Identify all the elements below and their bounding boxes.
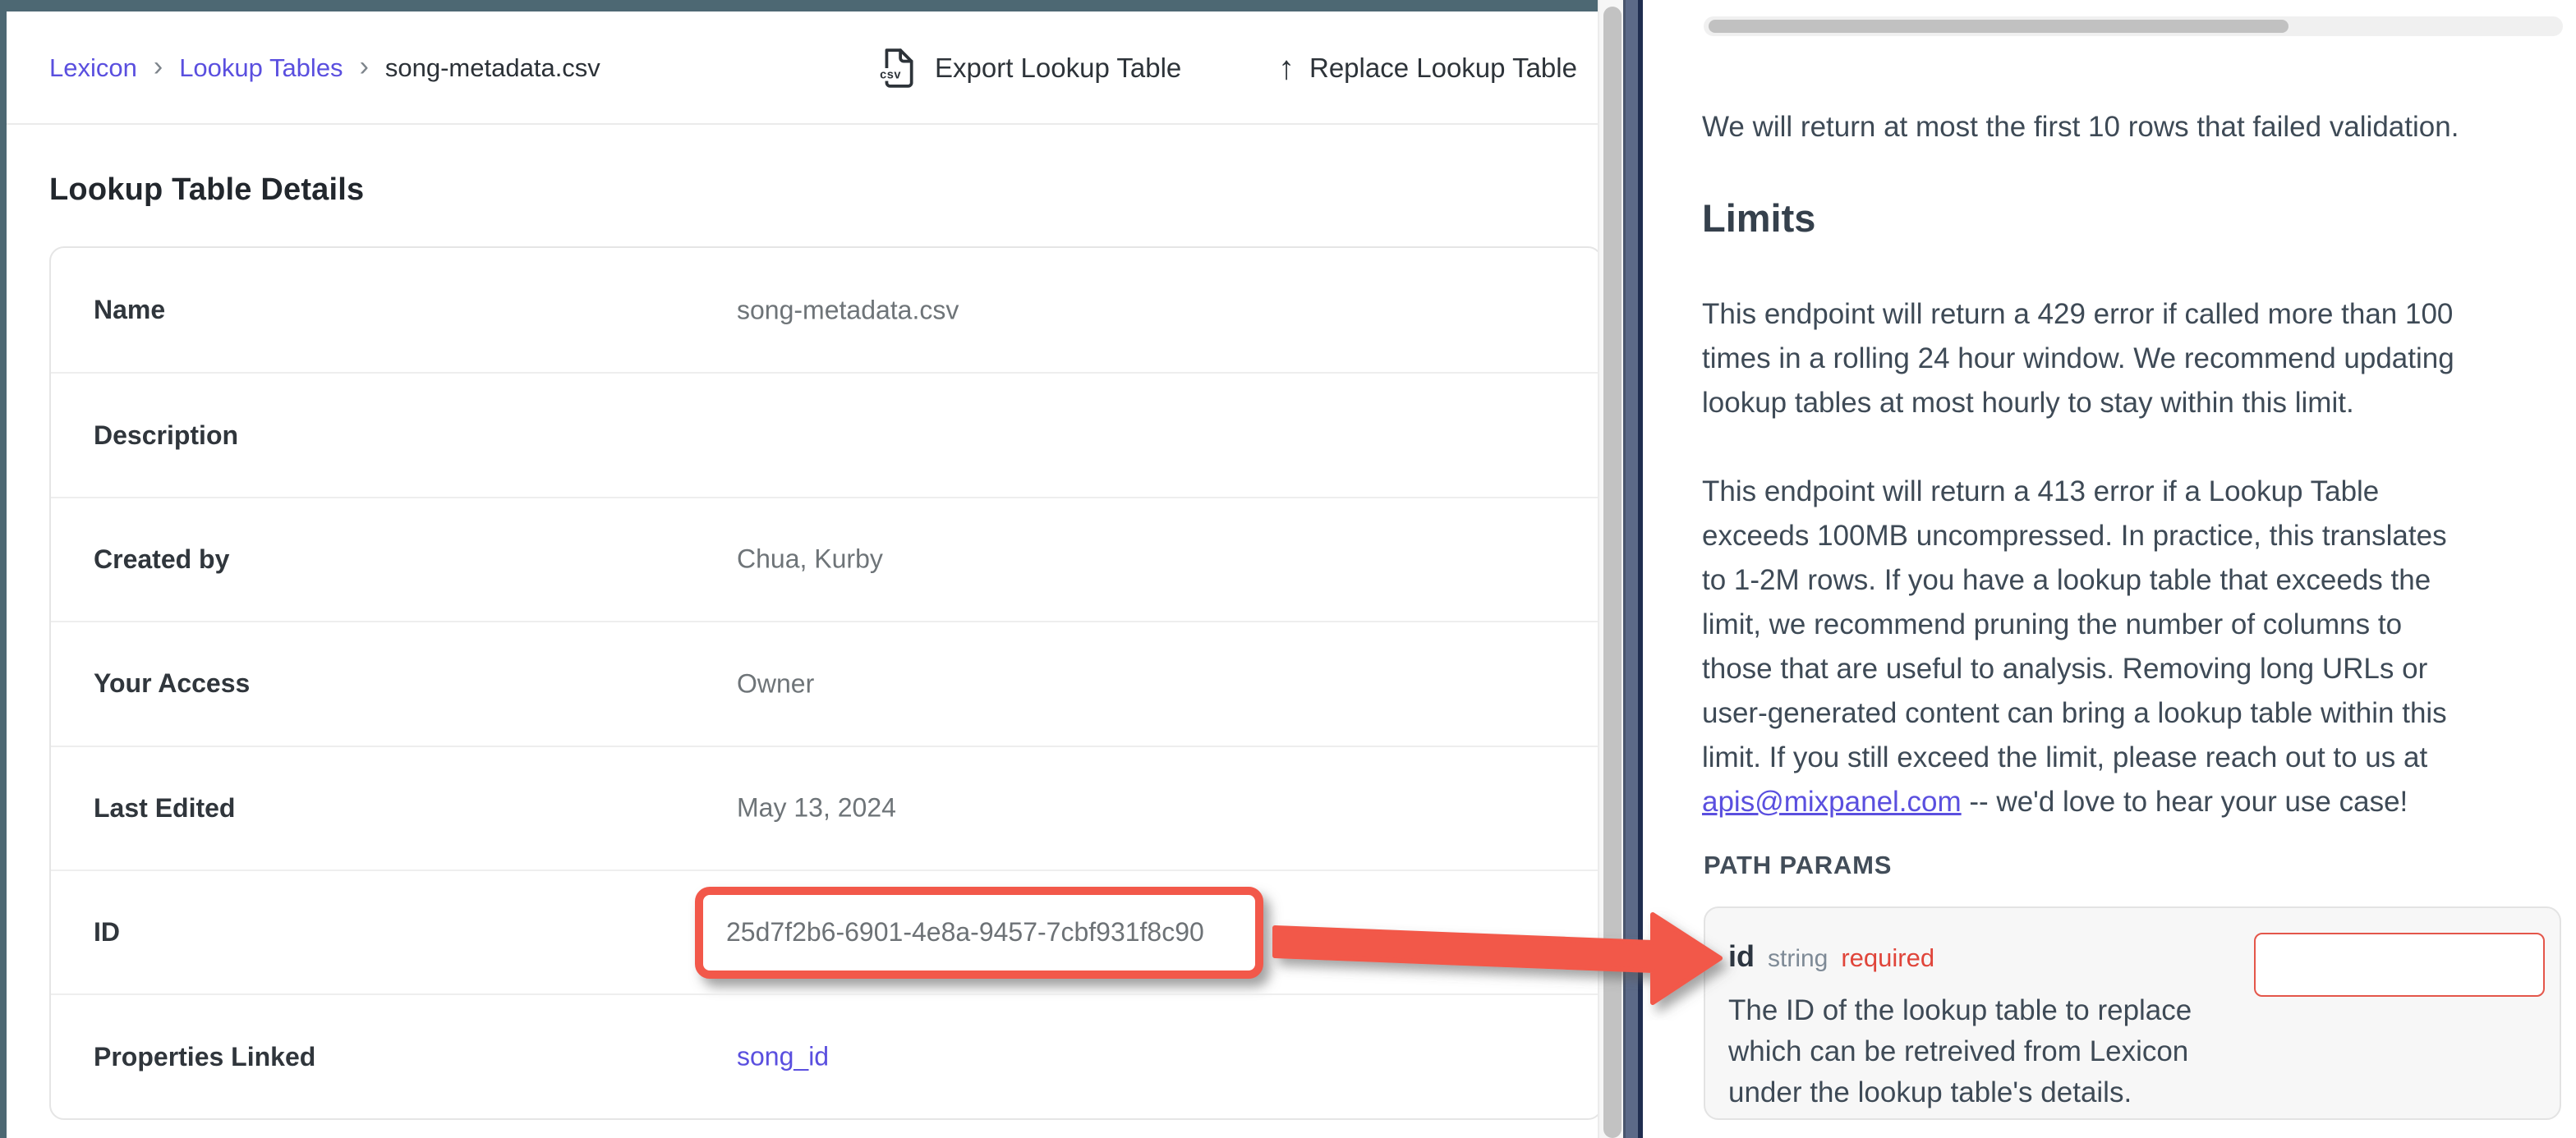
lookup-table-id-value: 25d7f2b6-6901-4e8a-9457-7cbf931f8c90 (703, 917, 1204, 948)
param-description-line: which can be retreived from Lexicon (1728, 1031, 2192, 1072)
table-row-name: Name song-metadata.csv (51, 248, 1598, 372)
breadcrumb-current: song-metadata.csv (385, 53, 600, 83)
path-params-heading: PATH PARAMS (1704, 851, 1892, 880)
paragraph-line: limit, we recommend pruning the number o… (1702, 603, 2573, 647)
param-type: string (1768, 945, 1828, 973)
horizontal-scrollbar-thumb[interactable] (1709, 20, 2288, 33)
properties-linked-link[interactable]: song_id (737, 1042, 829, 1072)
param-header: id string required (1728, 939, 1934, 974)
replace-button-label: Replace Lookup Table (1309, 53, 1577, 84)
export-button-label: Export Lookup Table (935, 53, 1181, 84)
limits-paragraph-413: This endpoint will return a 413 error if… (1702, 470, 2573, 824)
chevron-right-icon: › (154, 53, 163, 84)
row-label: ID (51, 917, 120, 948)
window-divider (1623, 0, 1643, 1138)
row-label: Last Edited (51, 793, 235, 824)
screenshot-root: Lexicon › Lookup Tables › song-metadata.… (0, 0, 2576, 1138)
breadcrumb-link-lexicon[interactable]: Lexicon (49, 53, 137, 83)
param-description-line: under the lookup table's details. (1728, 1072, 2192, 1113)
row-label: Created by (51, 544, 229, 575)
param-description: The ID of the lookup table to replace wh… (1728, 990, 2192, 1113)
panel-gutter (1598, 0, 1623, 1138)
page-title: Lookup Table Details (49, 172, 364, 208)
header-bar: Lexicon › Lookup Tables › song-metadata.… (7, 11, 1598, 125)
lookup-table-details-panel: Lexicon › Lookup Tables › song-metadata.… (7, 11, 1598, 1138)
paragraph-line: This endpoint will return a 429 error if… (1702, 292, 2573, 337)
table-row-created-by: Created by Chua, Kurby (51, 497, 1598, 621)
path-param-card: id string required The ID of the lookup … (1704, 906, 2561, 1120)
upload-arrow-icon: ↑ (1278, 52, 1295, 85)
horizontal-scrollbar-track (1704, 16, 2563, 36)
breadcrumb-link-lookup-tables[interactable]: Lookup Tables (179, 53, 343, 83)
id-highlight-box: 25d7f2b6-6901-4e8a-9457-7cbf931f8c90 (695, 887, 1263, 979)
limits-heading: Limits (1702, 195, 1815, 241)
paragraph-line: to 1-2M rows. If you have a lookup table… (1702, 558, 2573, 603)
paragraph-line: limit. If you still exceed the limit, pl… (1702, 736, 2573, 780)
vertical-scrollbar[interactable] (1603, 7, 1622, 1138)
table-row-id: ID 25d7f2b6-6901-4e8a-9457-7cbf931f8c90 (51, 870, 1598, 993)
paragraph-line: times in a rolling 24 hour window. We re… (1702, 337, 2573, 381)
paragraph-line: This endpoint will return a 413 error if… (1702, 470, 2573, 514)
paragraph-line: those that are useful to analysis. Remov… (1702, 647, 2573, 691)
row-value: Owner (737, 668, 814, 699)
left-chrome-strip (0, 0, 7, 1138)
paragraph-line: apis@mixpanel.com -- we'd love to hear y… (1702, 780, 2573, 824)
paragraph-line: user-generated content can bring a looku… (1702, 691, 2573, 736)
details-card: Name song-metadata.csv Description Creat… (49, 246, 1598, 1120)
param-name: id (1728, 939, 1755, 974)
chevron-right-icon: › (360, 53, 369, 84)
table-row-properties-linked: Properties Linked song_id (51, 993, 1598, 1117)
row-value: Chua, Kurby (737, 544, 883, 575)
svg-text:csv: csv (880, 69, 901, 82)
param-required-badge: required (1841, 943, 1934, 973)
row-label: Name (51, 295, 165, 325)
row-label: Description (51, 420, 238, 451)
export-lookup-table-button[interactable]: csv Export Lookup Table (879, 11, 1181, 125)
row-value: May 13, 2024 (737, 793, 896, 824)
paragraph-tail: -- we'd love to hear your use case! (1962, 786, 2408, 818)
top-chrome-band (0, 0, 1598, 11)
table-row-description: Description (51, 372, 1598, 496)
intro-text: We will return at most the first 10 rows… (1702, 105, 2573, 149)
mixpanel-email-link[interactable]: apis@mixpanel.com (1702, 786, 1962, 818)
paragraph-line: lookup tables at most hourly to stay wit… (1702, 381, 2573, 425)
limits-paragraph-429: This endpoint will return a 429 error if… (1702, 292, 2573, 425)
replace-lookup-table-button[interactable]: ↑ Replace Lookup Table (1278, 11, 1577, 125)
table-row-your-access: Your Access Owner (51, 621, 1598, 745)
id-param-input[interactable] (2254, 933, 2545, 997)
api-docs-panel: We will return at most the first 10 rows… (1643, 0, 2576, 1138)
paragraph-line: exceeds 100MB uncompressed. In practice,… (1702, 514, 2573, 558)
csv-file-icon: csv (879, 48, 917, 89)
param-description-line: The ID of the lookup table to replace (1728, 990, 2192, 1031)
row-label: Properties Linked (51, 1042, 315, 1072)
row-label: Your Access (51, 668, 250, 699)
breadcrumb: Lexicon › Lookup Tables › song-metadata.… (49, 11, 600, 125)
table-row-last-edited: Last Edited May 13, 2024 (51, 746, 1598, 870)
row-value: song-metadata.csv (737, 295, 959, 325)
